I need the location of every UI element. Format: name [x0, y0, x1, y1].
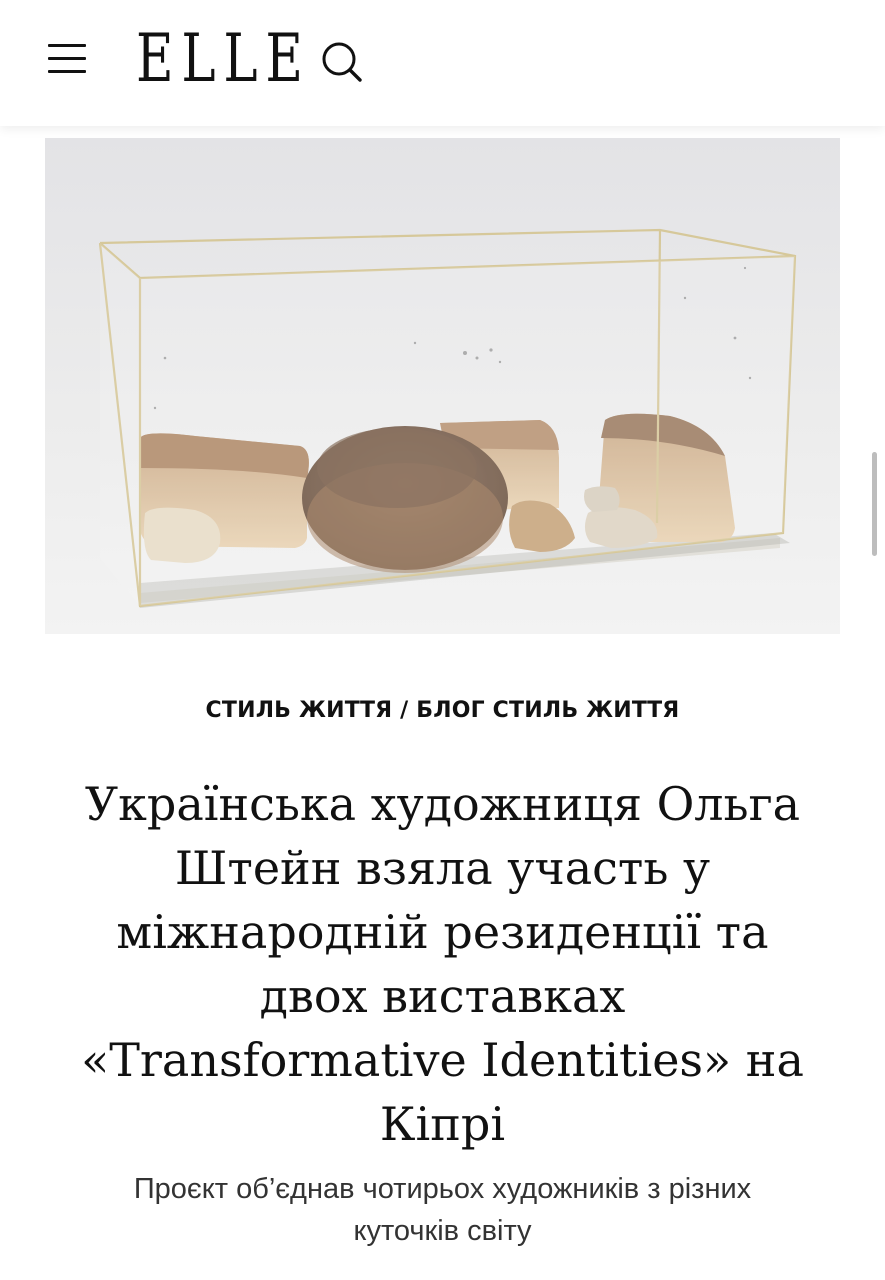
article-category-breadcrumb: СТИЛЬ ЖИТТЯ / БЛОГ СТИЛЬ ЖИТТЯ — [0, 698, 885, 723]
hamburger-menu-icon[interactable] — [48, 44, 88, 74]
bread-in-glass-case-artwork — [45, 138, 840, 634]
elle-logo[interactable]: ELLE — [136, 24, 311, 94]
page-scrollbar[interactable] — [872, 452, 877, 556]
site-header: ELLE — [0, 0, 885, 126]
category-link-lifestyle[interactable]: СТИЛЬ ЖИТТЯ — [206, 698, 393, 723]
hero-image[interactable] — [45, 138, 840, 634]
article-subtitle: Проєкт об’єднав чотирьох художників з рі… — [133, 1173, 752, 1247]
category-link-lifestyle-blog[interactable]: БЛОГ СТИЛЬ ЖИТТЯ — [416, 698, 679, 723]
category-separator: / — [400, 698, 409, 723]
article-title: Українська художниця Ольга Штейн взяла у… — [81, 777, 804, 1151]
search-icon[interactable] — [318, 38, 364, 84]
